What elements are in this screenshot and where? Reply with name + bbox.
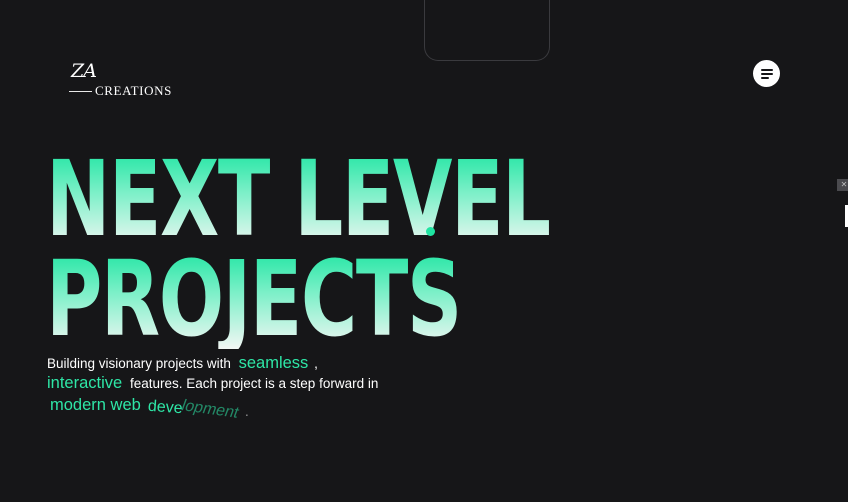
- accent-dot: [426, 227, 435, 236]
- logo-divider: [69, 91, 92, 92]
- logo[interactable]: ZA CREATIONS: [68, 60, 188, 100]
- desc-highlight-interactive: interactive: [47, 374, 123, 392]
- desc-text: ,: [314, 356, 318, 371]
- desc-text: features. Each project is a step forward…: [129, 376, 379, 391]
- desc-highlight-modern-web: modern web: [50, 396, 141, 414]
- close-icon[interactable]: ✕: [837, 179, 848, 191]
- hamburger-menu-icon-line: [761, 77, 769, 79]
- logo-text: CREATIONS: [95, 83, 172, 98]
- desc-text: .: [244, 404, 249, 419]
- top-nav-pill[interactable]: [424, 0, 550, 61]
- hamburger-menu-icon: [761, 69, 773, 71]
- logo-mark: ZA: [71, 60, 97, 82]
- hero-headline: NEXT LEVEL PROJECTS: [46, 138, 727, 351]
- page: ZA CREATIONS ✕ NEXT LEVEL PROJECTS Build…: [0, 0, 848, 502]
- hamburger-menu-icon-line: [761, 73, 773, 75]
- headline-line-2: PROJECTS: [46, 247, 550, 351]
- desc-animated-development: development: [146, 397, 242, 421]
- desc-highlight-seamless: seamless: [238, 354, 309, 372]
- desc-text: Building visionary projects with: [47, 356, 231, 371]
- headline-line-1: NEXT LEVEL: [46, 138, 551, 261]
- desc-wavy-part: lopment: [179, 397, 242, 422]
- menu-button[interactable]: [753, 60, 780, 87]
- desc-wavy-part: deve: [146, 397, 183, 418]
